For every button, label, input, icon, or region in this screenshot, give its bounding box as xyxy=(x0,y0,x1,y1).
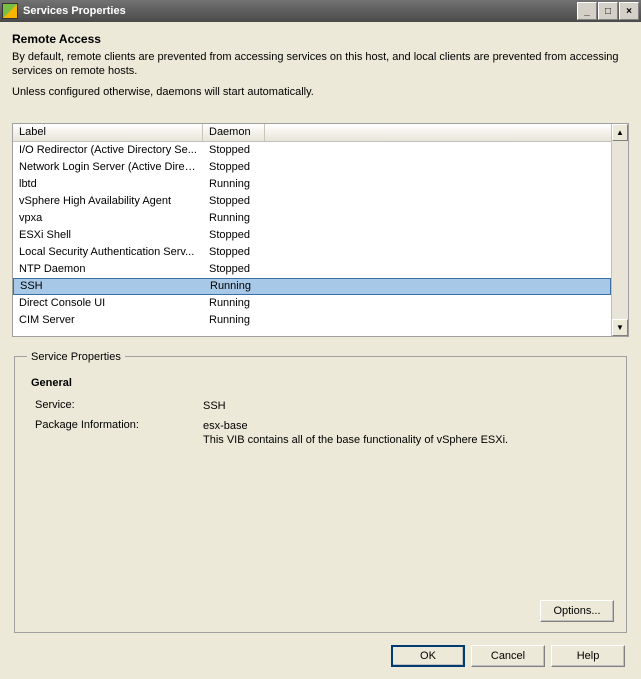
cell-label: Local Security Authentication Serv... xyxy=(13,245,203,259)
dialog-content: Remote Access By default, remote clients… xyxy=(0,22,641,679)
table-body: I/O Redirector (Active Directory Se...St… xyxy=(13,142,611,329)
cell-label: vSphere High Availability Agent xyxy=(13,194,203,208)
table-row[interactable]: vpxaRunning xyxy=(13,210,611,227)
window-title: Services Properties xyxy=(23,5,126,17)
table-row[interactable]: lbtdRunning xyxy=(13,176,611,193)
cell-label: Network Login Server (Active Direc... xyxy=(13,160,203,174)
help-button[interactable]: Help xyxy=(551,645,625,667)
col-header-daemon[interactable]: Daemon xyxy=(203,124,265,141)
cell-daemon: Running xyxy=(204,279,266,293)
section-desc2: Unless configured otherwise, daemons wil… xyxy=(12,85,629,99)
cell-label: vpxa xyxy=(13,211,203,225)
minimize-button[interactable]: _ xyxy=(577,2,597,20)
dialog-buttons: OK Cancel Help xyxy=(12,633,629,671)
service-value: SSH xyxy=(203,399,614,413)
cell-label: SSH xyxy=(14,279,204,293)
service-properties-group: Service Properties General Service: SSH … xyxy=(14,351,627,633)
close-button[interactable]: × xyxy=(619,2,639,20)
cell-daemon: Stopped xyxy=(203,228,265,242)
col-header-filler xyxy=(265,124,611,141)
table-header: Label Daemon xyxy=(13,124,611,142)
section-desc1: By default, remote clients are prevented… xyxy=(12,50,629,79)
table-row[interactable]: CIM ServerRunning xyxy=(13,312,611,329)
cell-daemon: Stopped xyxy=(203,262,265,276)
table-row[interactable]: ESXi ShellStopped xyxy=(13,227,611,244)
cell-label: I/O Redirector (Active Directory Se... xyxy=(13,143,203,157)
cell-label: CIM Server xyxy=(13,313,203,327)
cell-daemon: Running xyxy=(203,296,265,310)
scroll-up-button[interactable]: ▲ xyxy=(612,124,628,141)
table-row[interactable]: I/O Redirector (Active Directory Se...St… xyxy=(13,142,611,159)
scroll-down-button[interactable]: ▼ xyxy=(612,319,628,336)
vertical-scrollbar[interactable]: ▲ ▼ xyxy=(611,124,628,336)
table-row[interactable]: Local Security Authentication Serv...Sto… xyxy=(13,244,611,261)
titlebar[interactable]: Services Properties _ □ × xyxy=(0,0,641,22)
table-row[interactable]: NTP DaemonStopped xyxy=(13,261,611,278)
general-heading: General xyxy=(31,377,614,389)
cell-daemon: Stopped xyxy=(203,245,265,259)
package-info-label: Package Information: xyxy=(35,419,203,448)
table-row[interactable]: vSphere High Availability AgentStopped xyxy=(13,193,611,210)
section-title: Remote Access xyxy=(12,32,629,46)
cell-daemon: Running xyxy=(203,177,265,191)
cell-label: lbtd xyxy=(13,177,203,191)
cell-daemon: Stopped xyxy=(203,160,265,174)
cell-label: NTP Daemon xyxy=(13,262,203,276)
app-icon xyxy=(2,3,18,19)
cell-daemon: Running xyxy=(203,211,265,225)
cell-label: Direct Console UI xyxy=(13,296,203,310)
maximize-button[interactable]: □ xyxy=(598,2,618,20)
table-row[interactable]: Network Login Server (Active Direc...Sto… xyxy=(13,159,611,176)
cell-daemon: Stopped xyxy=(203,143,265,157)
cell-daemon: Running xyxy=(203,313,265,327)
services-table: Label Daemon I/O Redirector (Active Dire… xyxy=(12,123,629,337)
cell-label: ESXi Shell xyxy=(13,228,203,242)
table-row[interactable]: SSHRunning xyxy=(13,278,611,295)
cell-daemon: Stopped xyxy=(203,194,265,208)
table-row[interactable]: Direct Console UIRunning xyxy=(13,295,611,312)
service-properties-legend: Service Properties xyxy=(27,351,125,363)
service-label: Service: xyxy=(35,399,203,413)
cancel-button[interactable]: Cancel xyxy=(471,645,545,667)
options-button[interactable]: Options... xyxy=(540,600,614,622)
ok-button[interactable]: OK xyxy=(391,645,465,667)
col-header-label[interactable]: Label xyxy=(13,124,203,141)
package-info-value: esx-base This VIB contains all of the ba… xyxy=(203,419,614,448)
